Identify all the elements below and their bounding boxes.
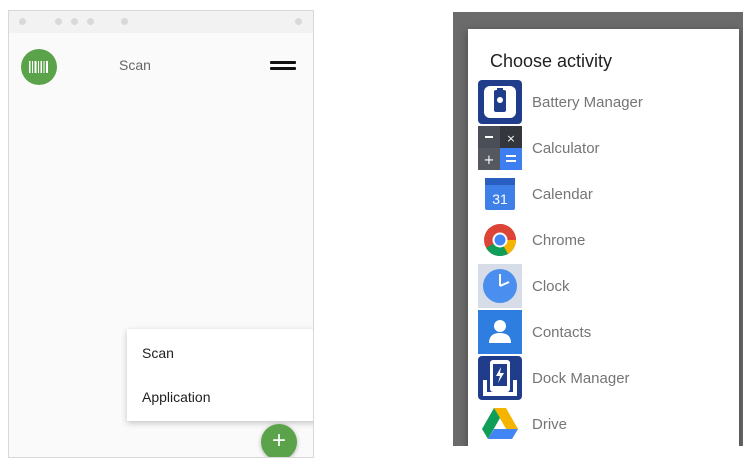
svg-text:×: × [506,132,515,145]
app-item-contacts[interactable]: Contacts [468,310,739,356]
app-label: Contacts [532,324,592,341]
app-label: Battery Manager [532,94,643,111]
app-item-drive[interactable]: Drive [468,402,739,446]
status-icon [121,18,128,25]
battery-manager-icon [478,80,522,124]
app-item-clock[interactable]: Clock [468,264,739,310]
app-item-chrome[interactable]: Chrome [468,218,739,264]
add-button[interactable]: + [261,424,297,457]
scan-app-screen: Scan Scan Application + [8,10,314,458]
clock-icon [478,264,522,308]
app-label: Calculator [532,140,600,157]
barcode-app-icon[interactable] [21,49,57,85]
drive-icon [482,408,518,439]
status-icon [55,18,62,25]
svg-text:+: + [484,153,495,168]
calendar-date: 31 [492,191,508,207]
app-label: Chrome [532,232,586,249]
calendar-icon: 31 [485,178,515,210]
activity-chooser-screen: Choose activity Battery Manager × + Calc… [453,12,743,446]
menu-item-scan[interactable]: Scan [142,345,174,361]
calculator-icon: × + [478,126,522,170]
app-label: Drive [532,416,568,433]
battery-icon [295,18,302,25]
app-item-calculator[interactable]: × + Calculator [468,126,739,172]
popup-menu: Scan Application [127,329,313,421]
barcode-icon [29,61,48,73]
status-icon [19,18,26,25]
status-icon [87,18,94,25]
chrome-icon [484,224,517,257]
app-item-dock-manager[interactable]: Dock Manager [468,356,739,402]
app-item-battery-manager[interactable]: Battery Manager [468,80,739,126]
app-item-calendar[interactable]: 31 Calendar [468,172,739,218]
menu-item-application[interactable]: Application [142,389,211,405]
page-title: Scan [119,57,151,73]
status-icon [71,18,78,25]
status-bar [9,11,313,33]
menu-icon[interactable] [270,59,296,73]
choose-activity-dialog: Choose activity Battery Manager × + Calc… [468,29,739,446]
contacts-icon [478,310,522,354]
dock-manager-icon [478,356,522,400]
app-label: Calendar [532,186,593,203]
app-label: Clock [532,278,570,295]
dialog-title: Choose activity [490,51,613,71]
app-label: Dock Manager [532,370,630,387]
